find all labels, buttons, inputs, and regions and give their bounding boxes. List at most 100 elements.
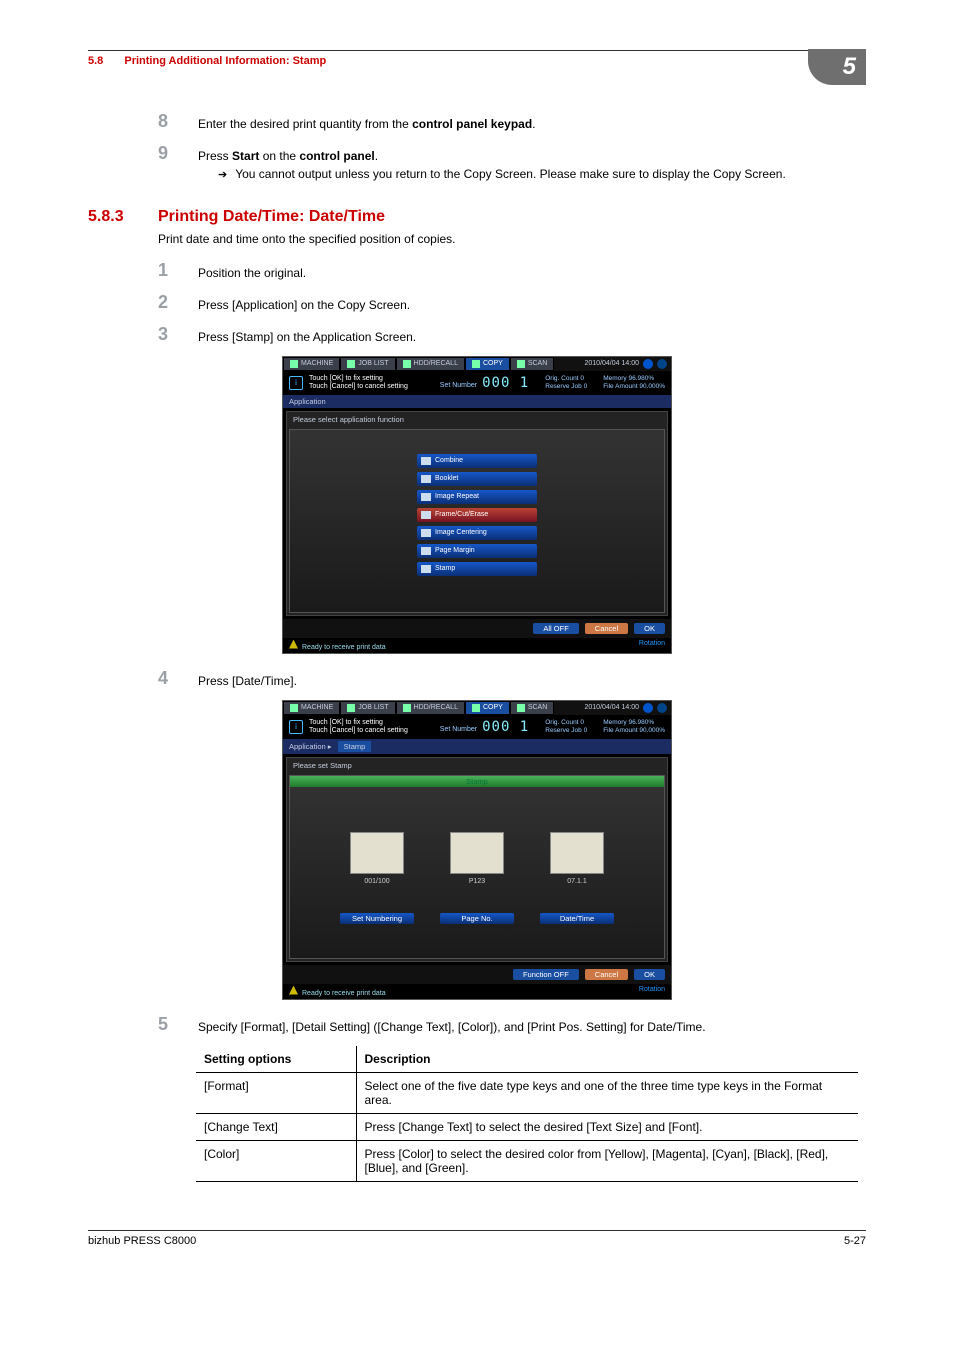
- step-text: Press Start on the control panel.You can…: [198, 143, 866, 184]
- app-option-icon: [421, 493, 431, 501]
- table-row: [Change Text]Press [Change Text] to sele…: [196, 1113, 858, 1140]
- breadcrumb: Application ▸ Stamp: [283, 739, 671, 754]
- orig-count: Orig. Count 0 Reserve Job 0: [545, 719, 587, 735]
- stamp-subheader: Stamp: [290, 776, 664, 787]
- app-option-label: Combine: [435, 457, 463, 464]
- tab-scan[interactable]: SCAN: [510, 701, 554, 715]
- info-text: Touch [OK] to fix setting Touch [Cancel]…: [309, 719, 408, 734]
- table-row: [Format]Select one of the five date type…: [196, 1072, 858, 1113]
- screenshot-application: MACHINE JOB LIST HDD/RECALL COPY SCAN 20…: [282, 356, 672, 654]
- section-number: 5.8: [88, 55, 103, 67]
- app-option-icon: [421, 547, 431, 555]
- preview-thumb: [450, 832, 504, 874]
- setting-option: [Change Text]: [196, 1113, 356, 1140]
- stamp-preview: 07.1.1: [540, 832, 614, 885]
- setting-option: [Format]: [196, 1072, 356, 1113]
- app-option-icon: [421, 457, 431, 465]
- subsection-intro: Print date and time onto the specified p…: [158, 232, 866, 246]
- function-off-button[interactable]: Function OFF: [513, 969, 579, 980]
- app-page-margin-button[interactable]: Page Margin: [417, 544, 537, 558]
- rotation-indicator: Rotation: [639, 640, 665, 651]
- stamp-set-numbering-button[interactable]: Set Numbering: [340, 913, 414, 924]
- step-number: 3: [158, 324, 198, 346]
- step-number: 1: [158, 260, 198, 282]
- status-dot2-icon: [657, 703, 667, 713]
- app-option-label: Page Margin: [435, 547, 475, 554]
- app-booklet-button[interactable]: Booklet: [417, 472, 537, 486]
- tab-recall[interactable]: HDD/RECALL: [396, 357, 465, 371]
- tab-recall[interactable]: HDD/RECALL: [396, 701, 465, 715]
- tab-copy[interactable]: COPY: [465, 701, 510, 715]
- warn-icon: [289, 640, 298, 649]
- settings-table: Setting options Description [Format]Sele…: [196, 1046, 858, 1182]
- stamp-page-no--button[interactable]: Page No.: [440, 913, 514, 924]
- info-icon: i: [289, 376, 303, 390]
- footer-page: 5-27: [844, 1235, 866, 1247]
- step-text: Press [Application] on the Copy Screen.: [198, 292, 866, 314]
- ok-button[interactable]: OK: [634, 623, 665, 634]
- list-icon: [347, 360, 355, 368]
- stamp-date-time-button[interactable]: Date/Time: [540, 913, 614, 924]
- memory-stat: Memory 96.980% File Amount 90.000%: [603, 375, 665, 391]
- step-text: Enter the desired print quantity from th…: [198, 111, 866, 133]
- setting-description: Select one of the five date type keys an…: [356, 1072, 858, 1113]
- printer-status: Ready to receive print data: [289, 640, 386, 651]
- tab-machine[interactable]: MACHINE: [283, 701, 340, 715]
- subsection-number: 5.8.3: [88, 208, 158, 226]
- app-option-label: Booklet: [435, 475, 458, 482]
- tab-joblist[interactable]: JOB LIST: [340, 701, 395, 715]
- warn-icon: [289, 986, 298, 995]
- tab-scan[interactable]: SCAN: [510, 357, 554, 371]
- app-option-icon: [421, 475, 431, 483]
- copy-icon: [472, 704, 480, 712]
- app-combine-button[interactable]: Combine: [417, 454, 537, 468]
- info-text: Touch [OK] to fix setting Touch [Cancel]…: [309, 375, 408, 390]
- info-icon: i: [289, 720, 303, 734]
- preview-thumb: [550, 832, 604, 874]
- status-dot-icon: [643, 703, 653, 713]
- ok-button[interactable]: OK: [634, 969, 665, 980]
- app-option-label: Stamp: [435, 565, 455, 572]
- running-header: 5.8 Printing Additional Information: Sta…: [88, 55, 326, 67]
- rotation-indicator: Rotation: [639, 986, 665, 997]
- step-number: 8: [158, 111, 198, 133]
- step-note: You cannot output unless you return to t…: [218, 165, 866, 184]
- scan-icon: [517, 704, 525, 712]
- status-dot-icon: [643, 359, 653, 369]
- table-head-options: Setting options: [196, 1046, 356, 1073]
- preview-label: 07.1.1: [540, 878, 614, 885]
- app-image-repeat-button[interactable]: Image Repeat: [417, 490, 537, 504]
- app-option-icon: [421, 565, 431, 573]
- app-frame-cut-erase-button[interactable]: Frame/Cut/Erase: [417, 508, 537, 522]
- breadcrumb: Application: [283, 395, 671, 408]
- app-option-label: Image Centering: [435, 529, 487, 536]
- clock-area: 2010/04/04 14:00: [581, 701, 672, 715]
- setting-description: Press [Change Text] to select the desire…: [356, 1113, 858, 1140]
- app-stamp-button[interactable]: Stamp: [417, 562, 537, 576]
- tab-machine[interactable]: MACHINE: [283, 357, 340, 371]
- step-text: Position the original.: [198, 260, 866, 282]
- preview-label: 001/100: [340, 878, 414, 885]
- preview-label: P123: [440, 878, 514, 885]
- table-row: [Color]Press [Color] to select the desir…: [196, 1140, 858, 1181]
- scan-icon: [517, 360, 525, 368]
- set-number: Set Number 000 1: [440, 375, 529, 391]
- cancel-button[interactable]: Cancel: [585, 623, 628, 634]
- all-off-button[interactable]: All OFF: [533, 623, 578, 634]
- app-image-centering-button[interactable]: Image Centering: [417, 526, 537, 540]
- footer-product: bizhub PRESS C8000: [88, 1235, 196, 1247]
- cancel-button[interactable]: Cancel: [585, 969, 628, 980]
- list-icon: [347, 704, 355, 712]
- tab-copy[interactable]: COPY: [465, 357, 510, 371]
- step-text: Press [Date/Time].: [198, 668, 866, 690]
- hdd-icon: [403, 360, 411, 368]
- step-number: 9: [158, 143, 198, 184]
- panel-title: Please select application function: [287, 412, 667, 427]
- clock-area: 2010/04/04 14:00: [581, 357, 672, 371]
- tab-joblist[interactable]: JOB LIST: [340, 357, 395, 371]
- machine-icon: [290, 360, 298, 368]
- preview-thumb: [350, 832, 404, 874]
- hdd-icon: [403, 704, 411, 712]
- step-number: 5: [158, 1014, 198, 1036]
- chapter-tab: 5: [808, 49, 866, 85]
